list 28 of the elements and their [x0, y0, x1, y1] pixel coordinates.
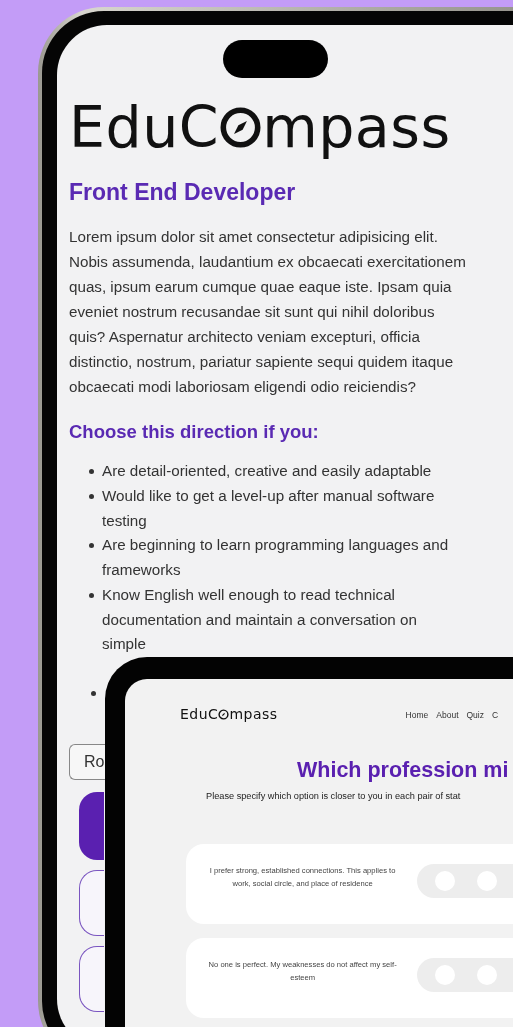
career-description: Lorem ipsum dolor sit amet consectetur adipisicing elit. Nobis assumenda, laudantium ex obcaecati exercitationem quas, ipsum earum cumque quae eaque iste. Ipsam quia eveniet nostrum recusandae sit sunt qui nihil doloribus quis? Aspernatur architecto veniam excepturi, officia distinctio, nostrum, pariatur sapiente sequi quidem itaque obcaecati modi laboriosam eligendi odio reiciendis? — [69, 226, 467, 398]
outline-button[interactable] — [79, 945, 104, 1012]
quiz-instructions: Please specify which option is closer to you in each pair of stat — [206, 791, 462, 802]
nav-link[interactable]: Quiz — [466, 709, 484, 720]
logo-text: mpass — [262, 96, 451, 159]
compass-icon — [218, 709, 230, 721]
logo-text: mpass — [229, 707, 278, 723]
list-item-text: Are detail-oriented, creative and easily adaptable — [102, 461, 432, 482]
roadmap-button[interactable]: Ro — [69, 743, 105, 780]
quiz-title: Which profession mi — [297, 758, 510, 784]
list-item-text: Would like to get a level-up after manual software testing — [102, 486, 436, 531]
nav-link[interactable]: Home — [405, 709, 429, 720]
bullet-icon — [91, 690, 96, 696]
logo-text: EduC — [69, 96, 220, 159]
outline-button[interactable] — [79, 869, 104, 936]
bullet-icon — [89, 592, 94, 598]
bullet-icon — [89, 469, 94, 475]
bullet-icon — [89, 543, 94, 549]
nav-link[interactable]: C — [492, 709, 499, 720]
section-heading: Choose this direction if you: — [69, 421, 320, 444]
career-title: Front End Developer — [69, 178, 297, 206]
logo-text: EduC — [180, 707, 219, 723]
primary-button[interactable] — [79, 791, 104, 860]
bullet-icon — [89, 494, 94, 500]
list-item-text: Are beginning to learn programming languages and frameworks — [102, 535, 450, 581]
nav-link[interactable]: About — [436, 709, 459, 720]
list-item-text: Know English well enough to read technical documentation and maintain a conversation on simple — [102, 584, 418, 655]
compass-icon — [219, 105, 263, 149]
